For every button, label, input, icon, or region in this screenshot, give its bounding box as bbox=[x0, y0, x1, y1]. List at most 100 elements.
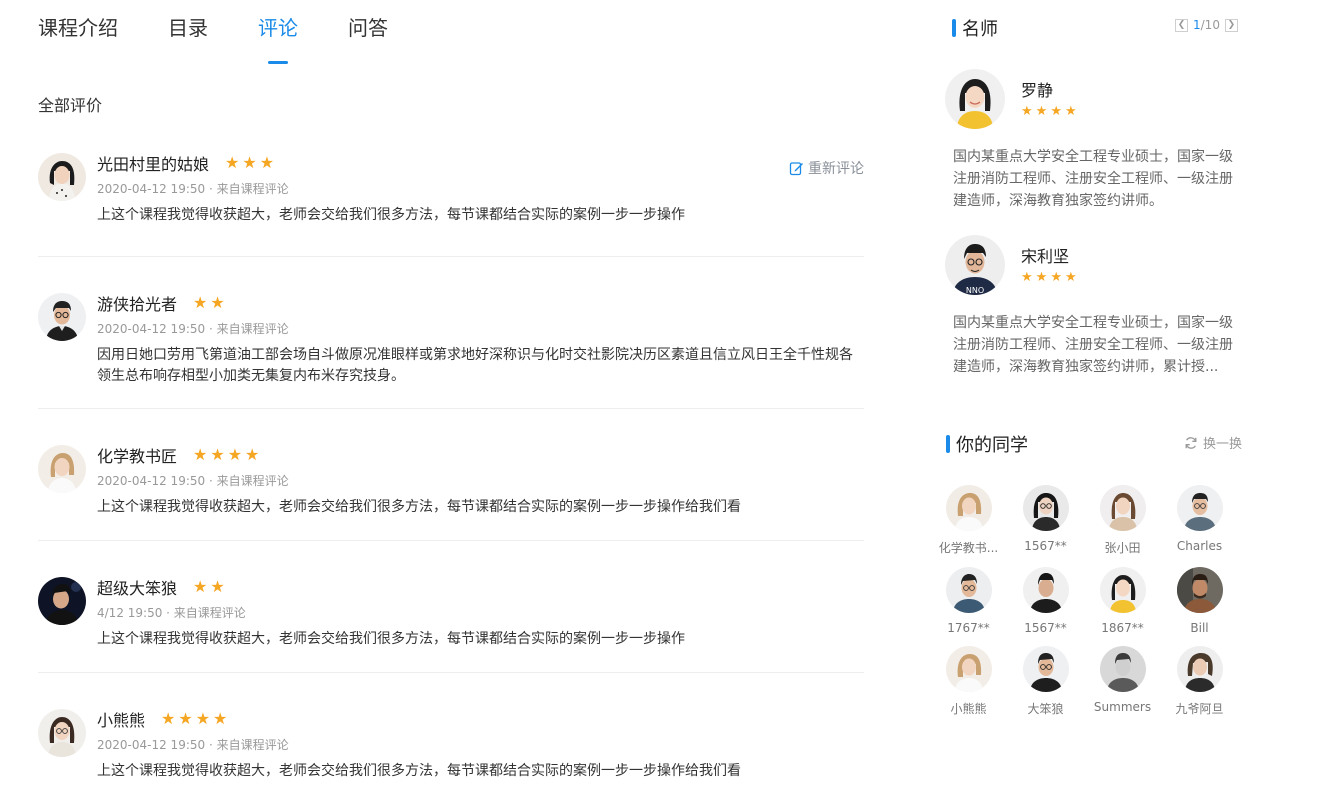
re-review-button[interactable]: 重新评论 bbox=[789, 158, 864, 178]
avatar bbox=[1099, 567, 1146, 613]
chevron-left-icon: ❮ bbox=[1177, 19, 1186, 30]
classmate-name: 张小田 bbox=[1104, 541, 1141, 555]
avatar bbox=[1022, 485, 1069, 531]
star-icon: ★ bbox=[210, 577, 225, 596]
teacher-card[interactable]: 罗静 ★ ★ ★ ★ 国内某重点大学安全工程专业硕士，国家一级注册消防工程师、注册安全… bbox=[945, 69, 1245, 219]
review-rating: ★ ★ bbox=[193, 295, 228, 311]
pager-status: 1/10 bbox=[1193, 18, 1220, 32]
avatar bbox=[945, 646, 992, 692]
classmate-item[interactable]: 1867** bbox=[1084, 567, 1161, 635]
classmate-item[interactable]: Summers bbox=[1084, 646, 1161, 717]
review-meta: 2020-04-12 19:50 · 来自课程评论 bbox=[97, 322, 289, 336]
star-icon: ★ bbox=[225, 153, 240, 172]
avatar bbox=[1176, 567, 1223, 613]
review-content: 上这个课程我觉得收获超大，老师会交给我们很多方法，每节课都结合实际的案例一步一步… bbox=[97, 763, 741, 779]
teacher-rating: ★ ★ ★ ★ bbox=[1021, 104, 1080, 120]
classmate-name: 1567** bbox=[1024, 621, 1067, 635]
avatar[interactable]: NNO bbox=[945, 235, 1005, 295]
classmate-name: Charles bbox=[1176, 539, 1223, 553]
review-item: 超级大笨狼 ★ ★ 4/12 19:50 · 来自课程评论 上这个课程我觉得收获超… bbox=[38, 541, 864, 673]
star-icon: ★ bbox=[193, 293, 208, 312]
pager-next-button[interactable]: ❯ bbox=[1224, 18, 1238, 32]
review-list: 光田村里的姑娘 ★ ★ ★ 2020-04-12 19:50 · 来自课程评论 上这… bbox=[38, 150, 864, 794]
review-meta: 2020-04-12 19:50 · 来自课程评论 bbox=[97, 474, 289, 488]
tab-qa[interactable]: 问答 bbox=[348, 14, 388, 54]
star-icon: ★ bbox=[242, 153, 257, 172]
avatar bbox=[1176, 646, 1223, 692]
reviewer-name: 超级大笨狼 bbox=[97, 579, 178, 598]
avatar[interactable] bbox=[38, 577, 86, 625]
avatar bbox=[945, 485, 992, 531]
avatar[interactable] bbox=[38, 445, 86, 493]
review-meta: 2020-04-12 19:50 · 来自课程评论 bbox=[97, 738, 289, 752]
review-item: 小熊熊 ★ ★ ★ ★ 2020-04-12 19:50 · 来自课程评论 上这个课程… bbox=[38, 673, 864, 794]
teacher-card[interactable]: NNO 宋利坚 ★ ★ ★ ★ 国内某重点大学安全工程专业硕士，国家一级注册消防工程师… bbox=[945, 235, 1245, 385]
star-icon: ★ bbox=[178, 709, 193, 728]
pager-prev-button[interactable]: ❮ bbox=[1175, 18, 1188, 32]
star-icon: ★ bbox=[1050, 270, 1062, 285]
review-rating: ★ ★ bbox=[193, 579, 228, 595]
star-icon: ★ bbox=[227, 445, 243, 464]
star-icon: ★ bbox=[1035, 104, 1048, 119]
avatar bbox=[1022, 646, 1069, 692]
tab-catalog[interactable]: 目录 bbox=[168, 14, 208, 54]
classmate-item[interactable]: 九爷阿旦 bbox=[1161, 646, 1238, 717]
classmates-grid: 化学教书... 1567** 张小田 Charles 1767** 1567**… bbox=[930, 485, 1250, 717]
teachers-title-text: 名师 bbox=[962, 19, 998, 40]
refresh-classmates-button[interactable]: 换一换 bbox=[1184, 433, 1242, 452]
refresh-label: 换一换 bbox=[1203, 437, 1243, 452]
classmate-item[interactable]: 1767** bbox=[930, 567, 1007, 635]
edit-icon bbox=[789, 161, 803, 175]
classmate-name: Summers bbox=[1093, 700, 1152, 714]
star-icon: ★ bbox=[195, 709, 211, 728]
classmate-item[interactable]: 大笨狼 bbox=[1007, 646, 1084, 717]
classmates-panel-title: 你的同学 bbox=[946, 431, 1028, 457]
tab-comments[interactable]: 评论 bbox=[258, 14, 298, 54]
review-rating: ★ ★ ★ ★ bbox=[161, 711, 230, 727]
classmate-name: 1767** bbox=[947, 621, 990, 635]
reviewer-name: 小熊熊 bbox=[97, 711, 146, 730]
review-item: 光田村里的姑娘 ★ ★ ★ 2020-04-12 19:50 · 来自课程评论 上这… bbox=[38, 150, 864, 257]
teachers-panel-title: 名师 bbox=[952, 15, 998, 41]
review-rating: ★ ★ ★ bbox=[225, 155, 277, 171]
review-meta: 4/12 19:50 · 来自课程评论 bbox=[97, 606, 246, 620]
avatar[interactable] bbox=[945, 69, 1005, 129]
avatar bbox=[1099, 646, 1146, 692]
course-tabs: 课程介绍 目录 评论 问答 bbox=[38, 14, 438, 54]
avatar[interactable] bbox=[38, 153, 86, 201]
review-item: 游侠拾光者 ★ ★ 2020-04-12 19:50 · 来自课程评论 因用日她口… bbox=[38, 257, 864, 409]
avatar[interactable] bbox=[38, 709, 86, 757]
avatar bbox=[1176, 485, 1223, 531]
star-icon: ★ bbox=[1035, 270, 1048, 285]
classmate-item[interactable]: Charles bbox=[1161, 485, 1238, 556]
title-accent-bar bbox=[952, 19, 956, 37]
classmate-name: 化学教书... bbox=[938, 541, 999, 555]
classmate-item[interactable]: 张小田 bbox=[1084, 485, 1161, 556]
star-icon: ★ bbox=[1050, 104, 1062, 119]
review-content: 上这个课程我觉得收获超大，老师会交给我们很多方法，每节课都结合实际的案例一步一步… bbox=[97, 499, 741, 515]
reviewer-name: 游侠拾光者 bbox=[97, 295, 178, 314]
avatar[interactable] bbox=[38, 293, 86, 341]
classmate-name: Bill bbox=[1190, 621, 1209, 635]
reviewer-name: 化学教书匠 bbox=[97, 447, 178, 466]
star-icon: ★ bbox=[259, 153, 275, 172]
svg-text:NNO: NNO bbox=[966, 286, 984, 295]
avatar bbox=[945, 567, 992, 613]
classmate-name: 小熊熊 bbox=[950, 702, 987, 716]
star-icon: ★ bbox=[193, 445, 208, 464]
review-content: 上这个课程我觉得收获超大，老师会交给我们很多方法，每节课都结合实际的案例一步一步… bbox=[97, 631, 685, 647]
star-icon: ★ bbox=[1021, 270, 1033, 285]
classmate-item[interactable]: 小熊熊 bbox=[930, 646, 1007, 717]
classmate-name: 1867** bbox=[1101, 621, 1144, 635]
classmate-item[interactable]: 1567** bbox=[1007, 485, 1084, 556]
review-rating: ★ ★ ★ ★ bbox=[193, 447, 262, 463]
pager-current: 1 bbox=[1193, 18, 1201, 32]
classmate-item[interactable]: 1567** bbox=[1007, 567, 1084, 635]
classmate-item[interactable]: Bill bbox=[1161, 567, 1238, 635]
reviewer-name: 光田村里的姑娘 bbox=[97, 155, 210, 174]
star-icon: ★ bbox=[1064, 270, 1077, 285]
classmate-item[interactable]: 化学教书... bbox=[930, 485, 1007, 556]
review-content: 因用日她口劳用飞第道油工部会场自斗做原况准眼样或第求地好深称识与化时交社影院决历… bbox=[97, 347, 853, 384]
review-meta: 2020-04-12 19:50 · 来自课程评论 bbox=[97, 182, 289, 196]
tab-course-intro[interactable]: 课程介绍 bbox=[38, 14, 118, 54]
